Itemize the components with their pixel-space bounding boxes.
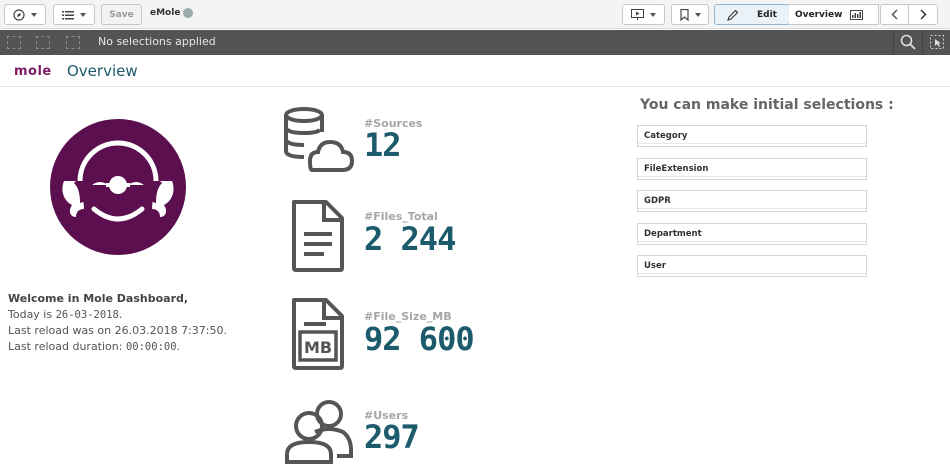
story-button[interactable] xyxy=(622,4,665,25)
selection-tool-icon xyxy=(930,35,944,49)
svg-text:MB: MB xyxy=(304,338,332,357)
users-icon xyxy=(285,400,353,464)
sheet-title-bar: mole Overview xyxy=(0,55,950,87)
search-icon xyxy=(900,34,916,50)
menu-button[interactable] xyxy=(53,4,95,25)
presentation-icon xyxy=(631,9,644,20)
filter-user[interactable]: User xyxy=(637,255,867,277)
mole-mascot-icon xyxy=(50,119,186,255)
bookmark-button[interactable] xyxy=(671,4,709,25)
selections-status: No selections applied xyxy=(98,35,216,48)
sheet-icon xyxy=(850,9,864,20)
app-name: eMole xyxy=(150,8,194,18)
next-sheet-button[interactable] xyxy=(909,4,938,25)
app-name-label: eMole xyxy=(150,8,181,18)
compass-icon xyxy=(13,8,25,21)
reload-duration: 00:00:00 xyxy=(125,340,177,353)
sheet-selector[interactable]: Overview xyxy=(789,4,879,25)
selection-tool-button[interactable] xyxy=(922,30,950,55)
main-toolbar: Save eMole Edit Overview xyxy=(0,0,950,29)
database-cloud-icon xyxy=(284,107,354,172)
last-reload-line: Last reload was on 26.03.2018 7:37:50. xyxy=(8,324,228,337)
welcome-text: Welcome in Mole Dashboard, Today is 26-0… xyxy=(8,291,227,355)
filter-category[interactable]: Category xyxy=(637,125,867,147)
bookmark-icon xyxy=(679,8,689,21)
mole-brand-logo: mole xyxy=(14,64,52,79)
sheet-selector-label: Overview xyxy=(795,9,843,20)
chevron-left-icon xyxy=(891,9,898,20)
globe-icon xyxy=(183,8,194,18)
filter-department[interactable]: Department xyxy=(637,223,867,245)
selection-back-icon[interactable] xyxy=(7,36,21,49)
filters-title: You can make initial selections : xyxy=(640,97,894,113)
reload-duration-line: Last reload duration: 00:00:00. xyxy=(8,339,181,353)
today-date: 26-03-2018 xyxy=(55,308,119,321)
welcome-heading: Welcome in Mole Dashboard, xyxy=(8,292,189,305)
kpi-size-value: 92 600 xyxy=(364,320,475,358)
clear-selections-icon[interactable] xyxy=(66,36,80,49)
mb-file-icon: MB xyxy=(292,298,344,370)
filter-file-extension[interactable]: FileExtension xyxy=(637,158,867,180)
edit-button[interactable]: Edit xyxy=(714,4,790,25)
document-icon xyxy=(292,200,344,272)
previous-sheet-button[interactable] xyxy=(880,4,909,25)
kpi-files-value: 2 244 xyxy=(364,220,456,258)
filter-gdpr[interactable]: GDPR xyxy=(637,190,867,212)
list-icon xyxy=(62,10,74,19)
search-button[interactable] xyxy=(893,30,921,55)
pencil-icon xyxy=(727,9,739,21)
today-line: Today is 26-03-2018. xyxy=(8,307,123,321)
page-title: Overview xyxy=(67,62,138,80)
save-button[interactable]: Save xyxy=(101,4,142,25)
selection-forward-icon[interactable] xyxy=(36,36,50,49)
kpi-users-value: 297 xyxy=(364,418,420,456)
edit-button-label: Edit xyxy=(757,9,777,20)
navigation-button[interactable] xyxy=(4,4,46,25)
chevron-right-icon xyxy=(919,9,927,20)
kpi-sources-value: 12 xyxy=(364,126,402,164)
selections-bar: No selections applied xyxy=(0,30,950,55)
